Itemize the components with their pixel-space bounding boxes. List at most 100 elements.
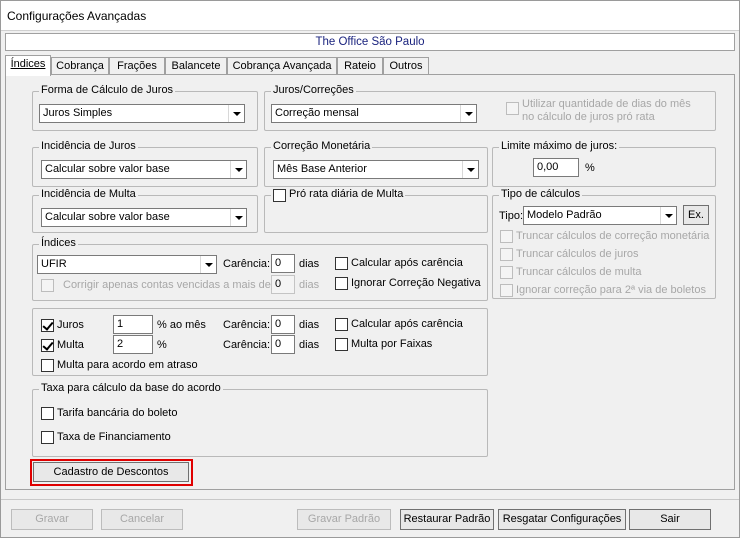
- tab-panel-indices: Forma de Cálculo de Juros Juros Simples …: [5, 74, 735, 490]
- indices-calcular-apos-label: Calcular após carência: [351, 257, 463, 269]
- incidencia-juros-select[interactable]: Calcular sobre valor base: [41, 160, 247, 179]
- tab-label: Frações: [117, 60, 157, 72]
- truncar-juros-checkbox[interactable]: [500, 248, 513, 261]
- tipo-calculos-legend: Tipo de cálculos: [499, 188, 583, 200]
- chevron-down-icon: [462, 161, 478, 178]
- tab-cobranca-avancada[interactable]: Cobrança Avançada: [227, 57, 337, 75]
- ignorar-correcao-2via-checkbox[interactable]: [500, 284, 513, 297]
- multa-acordo-checkbox[interactable]: [41, 359, 54, 372]
- multa-faixas-checkbox[interactable]: [335, 338, 348, 351]
- indices-carencia-label: Carência:: [223, 258, 271, 270]
- juros-correcoes-group: Juros/Correções Correção mensal Utilizar…: [264, 84, 716, 131]
- truncar-correcao-checkbox[interactable]: [500, 230, 513, 243]
- multa-checkbox[interactable]: [41, 339, 54, 352]
- incidencia-multa-legend: Incidência de Multa: [39, 188, 138, 200]
- taxa-financiamento-checkbox[interactable]: [41, 431, 54, 444]
- tab-rateio[interactable]: Rateio: [337, 57, 383, 75]
- juros-carencia-input[interactable]: 0: [271, 315, 295, 334]
- incidencia-multa-group: Incidência de Multa Calcular sobre valor…: [32, 188, 258, 233]
- juros-calcular-apos-checkbox[interactable]: [335, 318, 348, 331]
- tab-cobranca[interactable]: Cobrança: [51, 57, 109, 75]
- ignorar-negativa-label: Ignorar Correção Negativa: [351, 277, 481, 289]
- chevron-down-icon: [660, 207, 676, 224]
- multa-carencia-label: Carência:: [223, 339, 271, 351]
- corrigir-vencidas-checkbox[interactable]: [41, 279, 54, 292]
- pro-rata-checkbox[interactable]: [273, 189, 286, 202]
- tarifa-bancaria-label: Tarifa bancária do boleto: [57, 407, 178, 419]
- gravar-button[interactable]: Gravar: [11, 509, 93, 530]
- limite-juros-unit: %: [585, 162, 595, 174]
- truncar-multa-checkbox[interactable]: [500, 266, 513, 279]
- utilizar-dias-label-1: Utilizar quantidade de dias do mês: [522, 98, 691, 110]
- juros-input[interactable]: 1: [113, 315, 153, 334]
- truncar-correcao-label: Truncar cálculos de correção monetária: [516, 230, 710, 242]
- chevron-down-icon: [460, 105, 476, 122]
- tab-label: Cobrança: [56, 60, 104, 72]
- taxa-acordo-legend: Taxa para cálculo da base do acordo: [39, 382, 223, 394]
- truncar-multa-label: Truncar cálculos de multa: [516, 266, 642, 278]
- tab-fracoes[interactable]: Frações: [109, 57, 165, 75]
- indices-carencia-input[interactable]: 0: [271, 254, 295, 273]
- taxa-acordo-group: Taxa para cálculo da base do acordo Tari…: [32, 382, 488, 457]
- limite-juros-legend: Limite máximo de juros:: [499, 140, 620, 152]
- chevron-down-icon: [230, 161, 246, 178]
- juros-correcoes-value: Correção mensal: [275, 107, 359, 119]
- indices-group: Índices UFIR Carência: 0 dias Calcular a…: [32, 237, 488, 301]
- indices-select[interactable]: UFIR: [37, 255, 217, 274]
- utilizar-dias-checkbox[interactable]: [506, 102, 519, 115]
- company-name: The Office São Paulo: [5, 33, 735, 51]
- tab-label: Rateio: [344, 60, 376, 72]
- juros-checkbox[interactable]: [41, 319, 54, 332]
- correcao-monetaria-legend: Correção Monetária: [271, 140, 373, 152]
- juros-correcoes-select[interactable]: Correção mensal: [271, 104, 477, 123]
- incidencia-juros-legend: Incidência de Juros: [39, 140, 138, 152]
- incidencia-multa-select[interactable]: Calcular sobre valor base: [41, 208, 247, 227]
- gravar-padrao-button[interactable]: Gravar Padrão: [297, 509, 391, 530]
- tab-label: Outros: [389, 60, 423, 72]
- taxa-financiamento-label: Taxa de Financiamento: [57, 431, 171, 443]
- sair-button[interactable]: Sair: [629, 509, 711, 530]
- utilizar-dias-label-2: no cálculo de juros pró rata: [522, 111, 655, 123]
- chevron-down-icon: [228, 105, 244, 122]
- juros-dias-label: dias: [299, 319, 320, 331]
- forma-calculo-legend: Forma de Cálculo de Juros: [39, 84, 176, 96]
- incidencia-juros-value: Calcular sobre valor base: [45, 163, 170, 175]
- tipo-select[interactable]: Modelo Padrão: [523, 206, 677, 225]
- tab-balancete[interactable]: Balancete: [165, 57, 227, 75]
- tab-indices[interactable]: Índices: [5, 55, 51, 76]
- restaurar-padrao-button[interactable]: Restaurar Padrão: [400, 509, 494, 530]
- incidencia-juros-group: Incidência de Juros Calcular sobre valor…: [32, 140, 258, 187]
- corrigir-vencidas-label: Corrigir apenas contas vencidas a mais d…: [63, 279, 271, 291]
- limite-juros-input[interactable]: 0,00: [533, 158, 579, 177]
- resgatar-configuracoes-button[interactable]: Resgatar Configurações: [498, 509, 626, 530]
- tab-label: Balancete: [171, 60, 221, 72]
- multa-input[interactable]: 2: [113, 335, 153, 354]
- ex-button[interactable]: Ex.: [683, 205, 709, 225]
- corrigir-vencidas-dias: dias: [299, 279, 320, 291]
- juros-carencia-label: Carência:: [223, 319, 271, 331]
- indices-calcular-apos-checkbox[interactable]: [335, 257, 348, 270]
- highlight-frame: [30, 459, 193, 486]
- window-title: Configurações Avançadas: [7, 9, 147, 23]
- indices-value: UFIR: [41, 258, 67, 270]
- corrigir-vencidas-input[interactable]: 0: [271, 275, 295, 294]
- tab-outros[interactable]: Outros: [383, 57, 429, 75]
- ignorar-correcao-2via-label: Ignorar correção para 2ª via de boletos: [516, 284, 706, 296]
- juros-correcoes-legend: Juros/Correções: [271, 84, 356, 96]
- multa-label: Multa: [57, 339, 84, 351]
- multa-carencia-input[interactable]: 0: [271, 335, 295, 354]
- indices-legend: Índices: [39, 237, 78, 249]
- tarifa-bancaria-checkbox[interactable]: [41, 407, 54, 420]
- cancelar-button[interactable]: Cancelar: [101, 509, 183, 530]
- pro-rata-label: Pró rata diária de Multa: [289, 188, 404, 200]
- forma-calculo-select[interactable]: Juros Simples: [39, 104, 245, 123]
- juros-calcular-apos-label: Calcular após carência: [351, 318, 463, 330]
- chevron-down-icon: [200, 256, 216, 273]
- juros-label: Juros: [57, 319, 84, 331]
- juros-unit: % ao mês: [157, 319, 206, 331]
- truncar-juros-label: Truncar cálculos de juros: [516, 248, 639, 260]
- footer-divider: [1, 499, 739, 500]
- ignorar-negativa-checkbox[interactable]: [335, 277, 348, 290]
- correcao-monetaria-select[interactable]: Mês Base Anterior: [273, 160, 479, 179]
- title-bar: Configurações Avançadas: [1, 1, 739, 31]
